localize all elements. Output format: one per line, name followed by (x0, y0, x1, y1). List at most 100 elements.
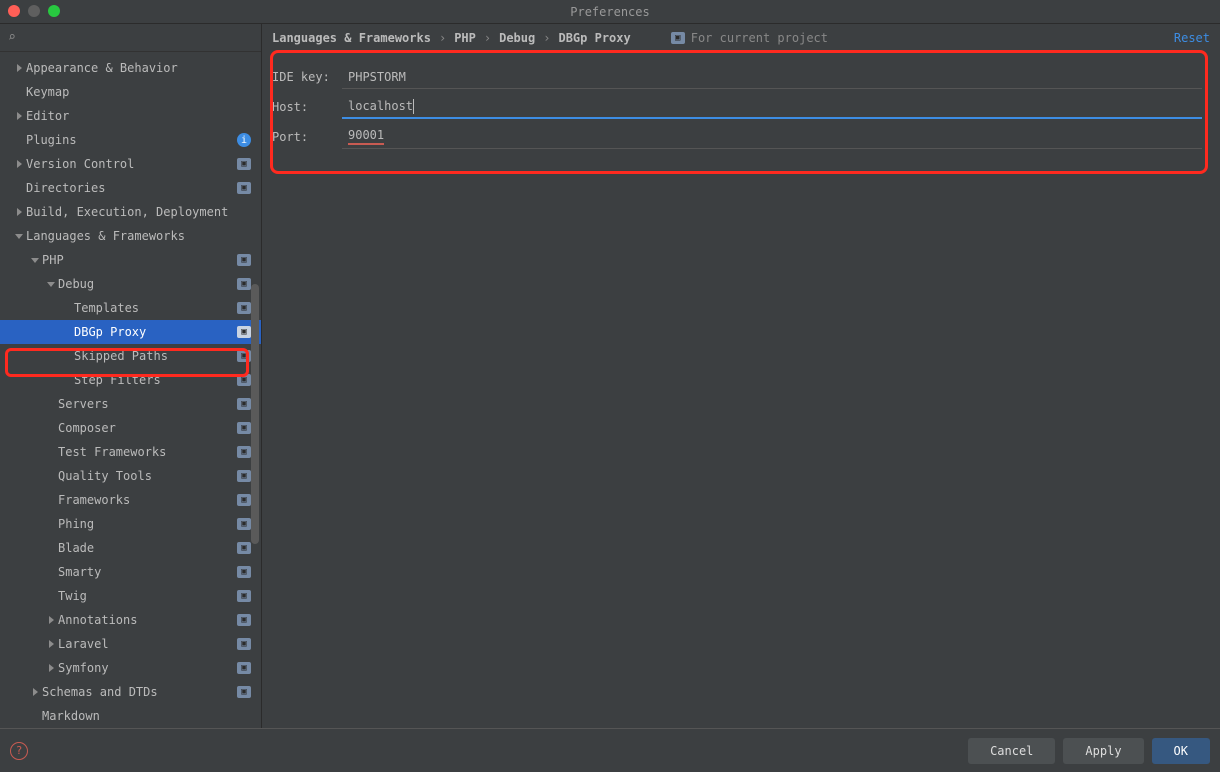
tree-label: Schemas and DTDs (42, 685, 237, 699)
minimize-window-button[interactable] (28, 5, 40, 17)
tree-item-composer[interactable]: Composer ▣ (0, 416, 261, 440)
form-row-host: Host: localhost (272, 92, 1210, 122)
tree-label: Quality Tools (58, 469, 237, 483)
tree-item-test-frameworks[interactable]: Test Frameworks ▣ (0, 440, 261, 464)
button-row: Cancel Apply OK (968, 738, 1210, 764)
tree-item-debug[interactable]: Debug ▣ (0, 272, 261, 296)
tree-label: Keymap (26, 85, 251, 99)
tree-item-markdown[interactable]: Markdown (0, 704, 261, 728)
tree-item-smarty[interactable]: Smarty ▣ (0, 560, 261, 584)
tree-label: Twig (58, 589, 237, 603)
info-badge-icon: i (237, 133, 251, 147)
tree-item-quality-tools[interactable]: Quality Tools ▣ (0, 464, 261, 488)
tree-item-build[interactable]: Build, Execution, Deployment (0, 200, 261, 224)
tree-label: DBGp Proxy (74, 325, 237, 339)
chevron-down-icon (47, 282, 55, 287)
tree-label: Test Frameworks (58, 445, 237, 459)
tree-item-symfony[interactable]: Symfony ▣ (0, 656, 261, 680)
breadcrumb-row: Languages & Frameworks › PHP › Debug › D… (262, 24, 1220, 52)
search-input[interactable] (20, 30, 253, 45)
project-scope-icon: ▣ (237, 518, 251, 530)
chevron-right-icon (49, 640, 54, 648)
project-scope-icon: ▣ (237, 566, 251, 578)
host-input[interactable]: localhost (342, 95, 1202, 119)
project-scope-icon: ▣ (237, 158, 251, 170)
tree-label: Servers (58, 397, 237, 411)
ok-button[interactable]: OK (1152, 738, 1210, 764)
close-window-button[interactable] (8, 5, 20, 17)
scrollbar[interactable] (251, 284, 259, 544)
tree-item-directories[interactable]: Directories ▣ (0, 176, 261, 200)
bottom-bar: ? Cancel Apply OK (0, 728, 1220, 772)
project-scope-icon: ▣ (237, 614, 251, 626)
tree-item-twig[interactable]: Twig ▣ (0, 584, 261, 608)
tree-label: Editor (26, 109, 251, 123)
maximize-window-button[interactable] (48, 5, 60, 17)
project-scope-icon: ▣ (237, 662, 251, 674)
chevron-right-icon (49, 616, 54, 624)
tree-item-annotations[interactable]: Annotations ▣ (0, 608, 261, 632)
settings-tree[interactable]: Appearance & Behavior Keymap Editor Plug… (0, 52, 261, 728)
tree-item-skipped-paths[interactable]: Skipped Paths ▣ (0, 344, 261, 368)
tree-item-blade[interactable]: Blade ▣ (0, 536, 261, 560)
tree-label: Smarty (58, 565, 237, 579)
apply-button[interactable]: Apply (1063, 738, 1143, 764)
project-scope-icon: ▣ (237, 422, 251, 434)
breadcrumb: Languages & Frameworks › PHP › Debug › D… (272, 31, 631, 45)
project-scope-icon: ▣ (237, 278, 251, 290)
tree-item-frameworks[interactable]: Frameworks ▣ (0, 488, 261, 512)
tree-label: Markdown (42, 709, 251, 723)
project-scope-icon: ▣ (237, 590, 251, 602)
settings-sidebar: ⌕ Appearance & Behavior Keymap Editor Pl… (0, 24, 262, 728)
port-value: 90001 (348, 128, 384, 145)
project-scope-icon: ▣ (237, 638, 251, 650)
cancel-button[interactable]: Cancel (968, 738, 1055, 764)
chevron-right-icon (17, 208, 22, 216)
project-scope-icon: ▣ (237, 254, 251, 266)
tree-item-step-filters[interactable]: Step Filters ▣ (0, 368, 261, 392)
form-area: IDE key: Host: localhost Port: 90001 (262, 52, 1220, 162)
tree-item-dbgp-proxy[interactable]: DBGp Proxy ▣ (0, 320, 261, 344)
search-icon: ⌕ (8, 30, 16, 45)
chevron-right-icon (17, 64, 22, 72)
tree-item-templates[interactable]: Templates ▣ (0, 296, 261, 320)
tree-item-keymap[interactable]: Keymap (0, 80, 261, 104)
breadcrumb-item[interactable]: Languages & Frameworks (272, 31, 431, 45)
window-controls (8, 5, 60, 17)
tree-item-vcs[interactable]: Version Control ▣ (0, 152, 261, 176)
tree-label: Step Filters (74, 373, 237, 387)
tree-item-phing[interactable]: Phing ▣ (0, 512, 261, 536)
tree-item-schemas[interactable]: Schemas and DTDs ▣ (0, 680, 261, 704)
tree-label: Symfony (58, 661, 237, 675)
breadcrumb-item[interactable]: Debug (499, 31, 535, 45)
tree-item-php[interactable]: PHP ▣ (0, 248, 261, 272)
breadcrumb-item[interactable]: PHP (454, 31, 476, 45)
project-scope-icon: ▣ (237, 446, 251, 458)
tree-label: Skipped Paths (74, 349, 237, 363)
project-scope-icon: ▣ (237, 542, 251, 554)
tree-item-languages[interactable]: Languages & Frameworks (0, 224, 261, 248)
form-row-ide-key: IDE key: (272, 62, 1210, 92)
project-scope-icon: ▣ (237, 686, 251, 698)
tree-label: Composer (58, 421, 237, 435)
tree-item-servers[interactable]: Servers ▣ (0, 392, 261, 416)
breadcrumb-separator: › (541, 31, 552, 45)
chevron-down-icon (15, 234, 23, 239)
tree-item-laravel[interactable]: Laravel ▣ (0, 632, 261, 656)
project-scope-icon: ▣ (237, 302, 251, 314)
ide-key-label: IDE key: (272, 70, 342, 84)
project-scope-icon: ▣ (237, 350, 251, 362)
chevron-right-icon (33, 688, 38, 696)
port-input[interactable]: 90001 (342, 125, 1202, 149)
project-scope-icon: ▣ (237, 182, 251, 194)
help-icon[interactable]: ? (10, 742, 28, 760)
tree-item-plugins[interactable]: Plugins i (0, 128, 261, 152)
tree-item-editor[interactable]: Editor (0, 104, 261, 128)
tree-label: Laravel (58, 637, 237, 651)
reset-link[interactable]: Reset (1174, 31, 1210, 45)
chevron-right-icon (49, 664, 54, 672)
project-scope-icon: ▣ (237, 326, 251, 338)
ide-key-input[interactable] (342, 65, 1202, 89)
tree-item-appearance[interactable]: Appearance & Behavior (0, 56, 261, 80)
chevron-down-icon (31, 258, 39, 263)
